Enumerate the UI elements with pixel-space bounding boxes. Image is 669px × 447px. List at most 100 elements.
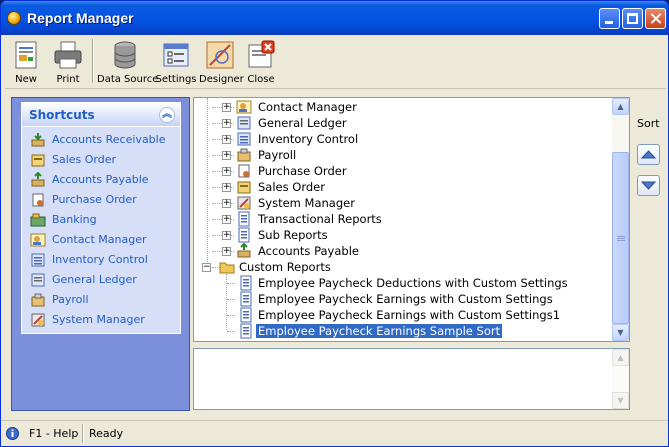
tree-node-label: Employee Paycheck Earnings Sample Sort [256, 324, 503, 338]
description-scroll-down-button[interactable]: ▼ [612, 392, 629, 409]
scroll-down-button[interactable]: ▼ [612, 324, 629, 341]
report-icon [238, 307, 254, 323]
tree-report-item[interactable]: Employee Paycheck Deductions with Custom… [194, 275, 612, 291]
sort-down-button[interactable] [637, 175, 660, 196]
report-icon [236, 211, 252, 227]
tree-report-item[interactable]: Employee Paycheck Earnings Sample Sort [194, 323, 612, 339]
payroll-icon [236, 147, 252, 163]
shortcut-label: Contact Manager [52, 233, 147, 246]
expand-icon[interactable]: + [222, 231, 231, 240]
purchase-order-icon [236, 163, 252, 179]
close-label: Close [247, 74, 275, 85]
system-manager-icon [236, 195, 252, 211]
close-report-button[interactable]: Close [243, 37, 279, 87]
report-icon [238, 275, 254, 291]
designer-icon [206, 41, 234, 69]
expand-icon[interactable]: + [222, 183, 231, 192]
expand-icon[interactable]: + [222, 167, 231, 176]
tree-report-item[interactable]: Employee Paycheck Earnings with Custom S… [194, 291, 612, 307]
designer-button[interactable]: Designer [199, 37, 244, 87]
close-window-button[interactable] [645, 8, 666, 29]
status-help: F1 - Help [29, 427, 79, 440]
general-ledger-icon [30, 272, 46, 288]
tree-node-label: Sales Order [258, 180, 325, 194]
tree-node[interactable]: + Transactional Reports [194, 211, 612, 227]
tree-node-label: Employee Paycheck Earnings with Custom S… [258, 292, 553, 306]
minimize-button[interactable] [599, 8, 620, 29]
tree-node[interactable]: + Purchase Order [194, 163, 612, 179]
shortcut-label: Payroll [52, 293, 89, 306]
tree-node-label: Purchase Order [258, 164, 347, 178]
collapse-icon[interactable]: − [202, 263, 211, 272]
close-icon [646, 9, 665, 28]
shortcut-item[interactable]: General Ledger [30, 271, 175, 289]
scroll-thumb[interactable] [612, 152, 629, 324]
expand-icon[interactable]: + [222, 247, 231, 256]
scroll-up-button[interactable]: ▲ [612, 98, 629, 115]
shortcut-item[interactable]: Accounts Payable [30, 171, 175, 189]
tree-node[interactable]: − Custom Reports [194, 259, 612, 275]
shortcut-item[interactable]: Inventory Control [30, 251, 175, 269]
shortcuts-pane: Shortcuts ︽ Accounts Receivable Sales Ord… [11, 97, 190, 411]
tree-node[interactable]: + Sub Reports [194, 227, 612, 243]
new-button[interactable]: New [7, 37, 45, 87]
settings-button[interactable]: Settings [155, 37, 197, 87]
shortcut-item[interactable]: Payroll [30, 291, 175, 309]
status-bar: F1 - Help Ready [1, 420, 668, 446]
shortcut-item[interactable]: Accounts Receivable [30, 131, 175, 149]
shortcut-item[interactable]: Banking [30, 211, 175, 229]
tree-node-label: System Manager [258, 196, 355, 210]
tree-node[interactable]: + System Manager [194, 195, 612, 211]
description-scrollbar[interactable]: ▲ ▼ [612, 349, 629, 409]
contact-manager-icon [236, 99, 252, 115]
shortcuts-header[interactable]: Shortcuts ︽ [22, 103, 180, 127]
tree-vertical-scrollbar[interactable]: ▲ ▼ [612, 98, 629, 341]
expand-icon[interactable]: + [222, 135, 231, 144]
status-text: Ready [89, 427, 124, 440]
banking-icon [30, 212, 46, 228]
collapse-chevron-icon[interactable]: ︽ [159, 107, 175, 123]
tree-node[interactable]: + Sales Order [194, 179, 612, 195]
expand-icon[interactable]: + [222, 199, 231, 208]
report-manager-window: Report Manager New Print Data Source Set… [0, 0, 669, 447]
data-source-button[interactable]: Data Source [97, 37, 158, 87]
description-scroll-up-button[interactable]: ▲ [612, 349, 629, 366]
shortcut-label: System Manager [52, 313, 145, 326]
sales-order-icon [30, 152, 46, 168]
triangle-down-icon [640, 181, 657, 190]
tree-node[interactable]: + Payroll [194, 147, 612, 163]
print-button[interactable]: Print [49, 37, 87, 87]
expand-icon[interactable]: + [222, 103, 231, 112]
shortcut-item[interactable]: System Manager [30, 311, 175, 329]
tree-node[interactable]: + General Ledger [194, 115, 612, 131]
sort-up-button[interactable] [637, 144, 660, 165]
tree-report-item[interactable]: Employee Paycheck Earnings with Custom S… [194, 307, 612, 323]
expand-icon[interactable]: + [222, 215, 231, 224]
maximize-button[interactable] [622, 8, 643, 29]
shortcut-label: Accounts Receivable [52, 133, 166, 146]
shortcuts-title: Shortcuts [29, 108, 95, 122]
settings-icon [163, 43, 189, 67]
shortcut-label: Accounts Payable [52, 173, 149, 186]
tree-node[interactable]: + Accounts Payable [194, 242, 612, 259]
expand-icon[interactable]: + [222, 151, 231, 160]
shortcut-item[interactable]: Contact Manager [30, 231, 175, 249]
designer-label: Designer [199, 74, 244, 85]
report-icon [238, 323, 254, 339]
accounts-payable-icon [236, 242, 252, 259]
status-separator [82, 424, 84, 443]
report-description-box[interactable]: ▲ ▼ [193, 348, 630, 410]
shortcut-item[interactable]: Sales Order [30, 151, 175, 169]
database-icon [114, 41, 136, 69]
shortcut-item[interactable]: Purchase Order [30, 191, 175, 209]
inventory-control-icon [236, 131, 252, 147]
tree-node[interactable]: + Inventory Control [194, 131, 612, 147]
title-bar[interactable]: Report Manager [1, 1, 668, 35]
tree-node-label: General Ledger [258, 116, 347, 130]
shortcut-label: General Ledger [52, 273, 137, 286]
tree-node[interactable]: + Contact Manager [194, 99, 612, 115]
report-tree[interactable]: + Contact Manager + General Ledger + Inventor… [193, 97, 630, 342]
report-tree-content: + Contact Manager + General Ledger + Inventor… [194, 98, 612, 341]
folder-icon [219, 259, 235, 275]
expand-icon[interactable]: + [222, 119, 231, 128]
